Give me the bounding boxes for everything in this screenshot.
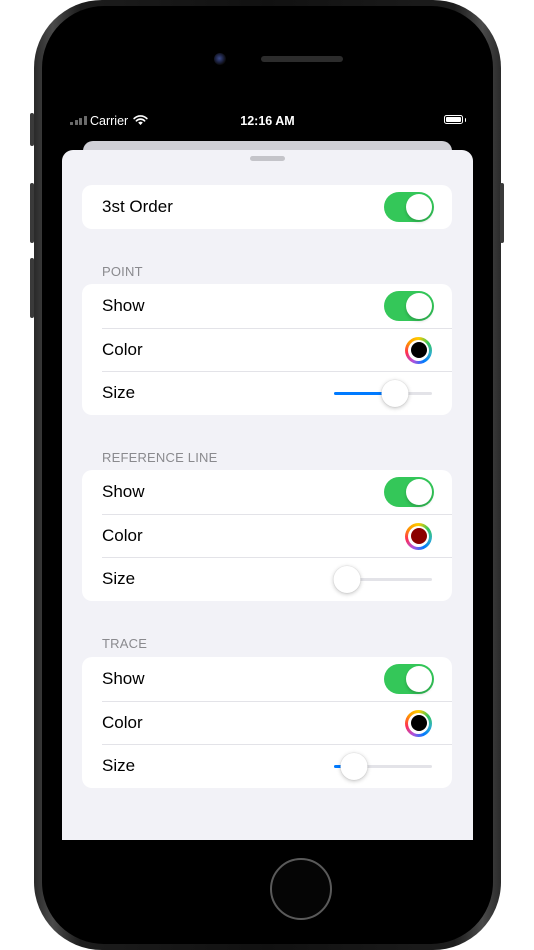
point-show-label: Show bbox=[102, 296, 145, 315]
battery-icon bbox=[444, 115, 463, 124]
power-button bbox=[500, 183, 504, 243]
reference-color-well[interactable] bbox=[405, 522, 432, 550]
order-row: 3st Order bbox=[82, 185, 452, 229]
trace-group: Show Color Size bbox=[82, 657, 452, 788]
reference-color-label: Color bbox=[102, 525, 143, 545]
reference-show-toggle[interactable] bbox=[384, 477, 434, 507]
volume-down-button bbox=[30, 258, 34, 318]
battery-tip bbox=[464, 118, 466, 122]
reference-size-row: Size bbox=[82, 557, 452, 601]
reference-show-label: Show bbox=[102, 482, 145, 501]
slider-thumb[interactable] bbox=[333, 565, 361, 593]
home-button-icon[interactable] bbox=[270, 858, 332, 920]
trace-size-slider[interactable] bbox=[334, 752, 432, 780]
slider-thumb[interactable] bbox=[340, 752, 368, 780]
trace-size-row: Size bbox=[82, 744, 452, 788]
point-show-toggle[interactable] bbox=[384, 291, 434, 321]
slider-thumb[interactable] bbox=[381, 379, 409, 407]
status-bar: Carrier 12:16 AM bbox=[62, 109, 473, 133]
trace-color-label: Color bbox=[102, 712, 143, 732]
point-color-well[interactable] bbox=[405, 336, 432, 364]
order-label: 3st Order bbox=[102, 197, 173, 216]
order-group: 3st Order bbox=[82, 185, 452, 229]
reference-size-slider[interactable] bbox=[333, 565, 432, 593]
point-color-row: Color bbox=[82, 327, 452, 372]
status-time: 12:16 AM bbox=[240, 114, 295, 128]
reference-show-row: Show bbox=[82, 470, 452, 514]
trace-section-header: TRACE bbox=[102, 636, 148, 651]
reference-line-group: Show Color Size bbox=[82, 470, 452, 601]
trace-show-label: Show bbox=[102, 669, 145, 688]
point-size-row: Size bbox=[82, 371, 452, 415]
trace-show-row: Show bbox=[82, 657, 452, 701]
trace-size-label: Size bbox=[102, 756, 136, 775]
order-toggle[interactable] bbox=[384, 192, 434, 222]
speaker-grille bbox=[261, 56, 343, 62]
point-size-label: Size bbox=[102, 383, 136, 402]
trace-show-toggle[interactable] bbox=[384, 664, 434, 694]
point-size-slider[interactable] bbox=[334, 379, 432, 407]
point-section-header: POINT bbox=[102, 264, 143, 279]
reference-line-section-header: REFERENCE LINE bbox=[102, 450, 218, 465]
point-color-label: Color bbox=[102, 339, 143, 359]
point-show-row: Show bbox=[82, 284, 452, 328]
point-group: Show Color Size bbox=[82, 284, 452, 415]
settings-sheet: 3st Order POINT Show Color Size REFERENC… bbox=[62, 150, 473, 840]
volume-up-button bbox=[30, 183, 34, 243]
reference-size-label: Size bbox=[102, 569, 136, 588]
silent-switch bbox=[30, 113, 34, 146]
trace-color-well[interactable] bbox=[405, 709, 432, 737]
sheet-grabber[interactable] bbox=[250, 156, 285, 161]
screen: Carrier 12:16 AM 3st Order POINT Show Co… bbox=[62, 109, 473, 840]
camera-icon bbox=[214, 53, 226, 65]
trace-color-row: Color bbox=[82, 700, 452, 745]
reference-color-row: Color bbox=[82, 513, 452, 558]
